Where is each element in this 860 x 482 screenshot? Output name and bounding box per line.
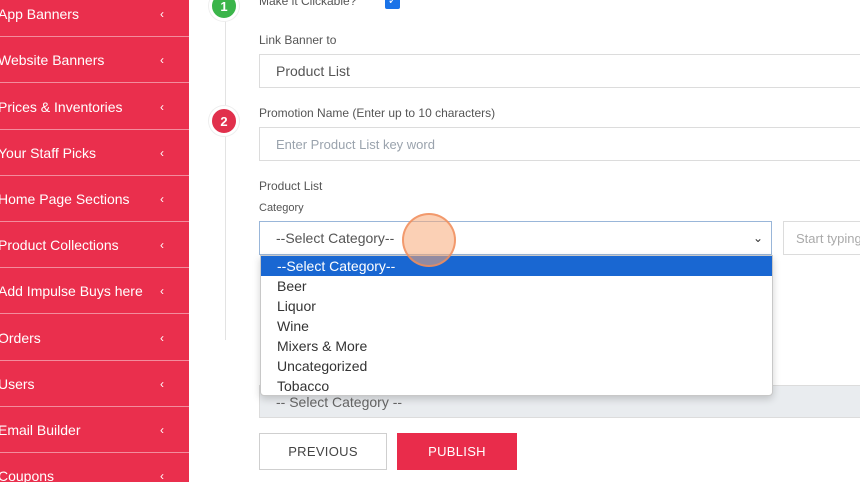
category-option[interactable]: Liquor [261, 296, 772, 316]
sidebar-item-prices-inventories[interactable]: Prices & Inventories ‹ [0, 84, 189, 130]
sidebar-item-label: Prices & Inventories [0, 98, 123, 115]
sidebar-item-email-builder[interactable]: Email Builder ‹ [0, 407, 189, 453]
chevron-left-icon: ‹ [160, 6, 164, 21]
publish-button[interactable]: PUBLISH [397, 433, 517, 470]
sidebar-item-product-collections[interactable]: Product Collections ‹ [0, 222, 189, 268]
sidebar-item-label: Coupons [0, 467, 55, 482]
link-banner-label: Link Banner to [259, 33, 337, 47]
category-selected-value: --Select Category-- [276, 230, 395, 246]
category-option[interactable]: Wine [261, 316, 772, 336]
sidebar-item-home-page-sections[interactable]: Home Page Sections ‹ [0, 176, 189, 222]
category-option[interactable]: Uncategorized [261, 356, 772, 376]
timeline-line [225, 0, 226, 340]
clickable-label: Make it Clickable? [259, 0, 357, 8]
product-search-input[interactable]: Start typing [783, 221, 860, 255]
chevron-down-icon: ⌄ [752, 231, 763, 245]
chevron-left-icon: ‹ [160, 422, 164, 437]
chevron-left-icon: ‹ [160, 330, 164, 345]
chevron-left-icon: ‹ [160, 52, 164, 67]
step-2-badge: 2 [209, 106, 239, 136]
sidebar-item-label: Home Page Sections [0, 190, 130, 207]
category-option[interactable]: Mixers & More [261, 336, 772, 356]
category-label: Category [259, 202, 304, 214]
category-dropdown: --Select Category-- Beer Liquor Wine Mix… [260, 255, 773, 396]
previous-button[interactable]: PREVIOUS [259, 433, 387, 470]
chevron-left-icon: ‹ [160, 376, 164, 391]
sidebar-item-label: Product Collections [0, 236, 119, 253]
category-option[interactable]: Tobacco [261, 376, 772, 395]
sidebar-item-impulse-buys[interactable]: Add Impulse Buys here ‹ [0, 268, 189, 314]
chevron-left-icon: ‹ [160, 283, 164, 298]
sidebar-item-label: Orders [0, 329, 41, 346]
category-option[interactable]: --Select Category-- [261, 256, 772, 276]
category-select[interactable]: --Select Category-- ⌄ [259, 221, 772, 255]
sidebar-item-app-banners[interactable]: App Banners ‹ [0, 0, 189, 37]
sidebar-item-label: App Banners [0, 5, 79, 22]
sidebar-item-label: Email Builder [0, 421, 81, 438]
promotion-name-input[interactable]: Enter Product List key word [259, 127, 860, 161]
promotion-name-label: Promotion Name (Enter up to 10 character… [259, 106, 496, 120]
product-list-label: Product List [259, 179, 323, 193]
sidebar-item-label: Add Impulse Buys here [0, 282, 143, 299]
sidebar-item-coupons[interactable]: Coupons ‹ [0, 453, 189, 482]
sidebar-item-users[interactable]: Users ‹ [0, 361, 189, 407]
sidebar-item-orders[interactable]: Orders ‹ [0, 315, 189, 361]
sidebar-item-label: Your Staff Picks [0, 144, 97, 161]
link-banner-select[interactable]: Product List [259, 54, 860, 88]
category-option[interactable]: Beer [261, 276, 772, 296]
clickable-checkbox[interactable]: ✓ [385, 0, 400, 9]
sidebar-item-label: Website Banners [0, 51, 105, 68]
chevron-left-icon: ‹ [160, 468, 164, 482]
sidebar-item-label: Users [0, 375, 35, 392]
sidebar-item-staff-picks[interactable]: Your Staff Picks ‹ [0, 130, 189, 176]
chevron-left-icon: ‹ [160, 191, 164, 206]
cursor-indicator [402, 213, 456, 267]
chevron-left-icon: ‹ [160, 99, 164, 114]
chevron-left-icon: ‹ [160, 145, 164, 160]
sidebar-item-website-banners[interactable]: Website Banners ‹ [0, 37, 189, 83]
sidebar: App Banners ‹ Website Banners ‹ Prices &… [0, 0, 189, 482]
step-1-badge: 1 [209, 0, 239, 21]
chevron-left-icon: ‹ [160, 237, 164, 252]
